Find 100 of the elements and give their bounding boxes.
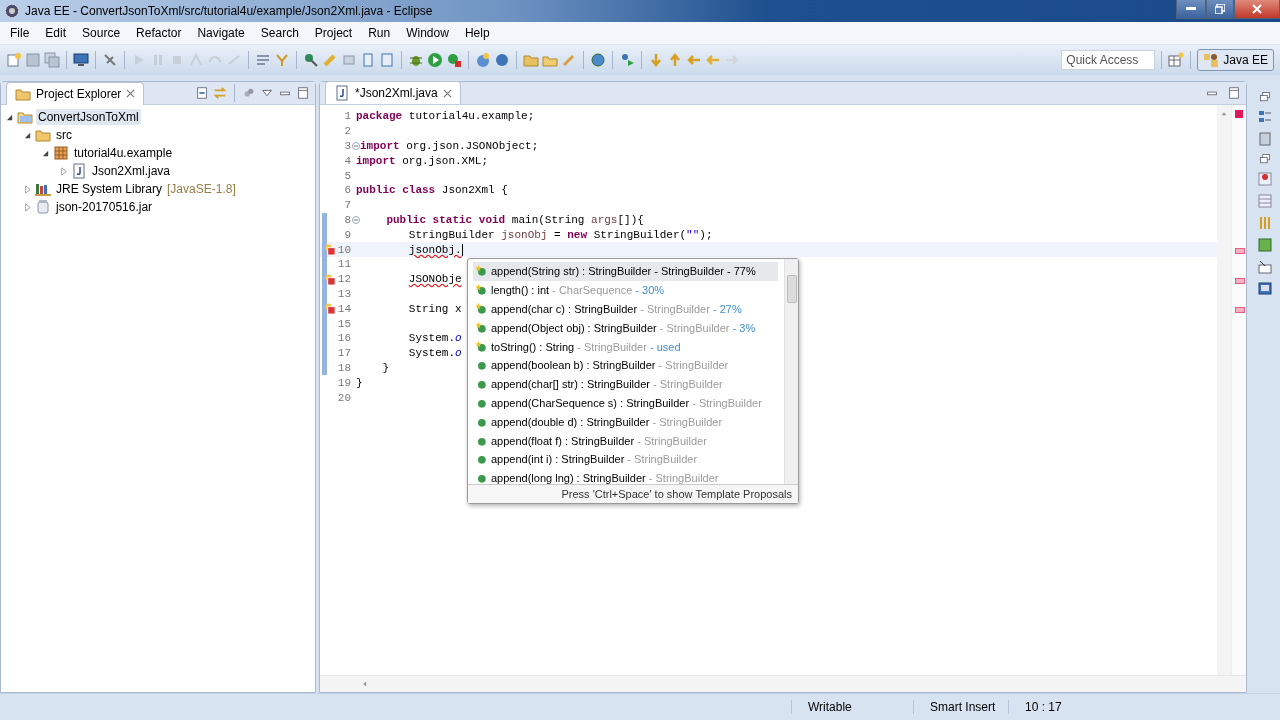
link-arrows-icon[interactable] xyxy=(213,86,227,100)
menu-item[interactable]: Window xyxy=(398,26,457,40)
expanded-arrow-icon[interactable] xyxy=(41,148,50,158)
pencil-icon[interactable] xyxy=(561,52,577,68)
tree-item[interactable]: tutorial4u.example xyxy=(72,145,175,161)
close-icon[interactable] xyxy=(126,89,136,98)
menu-item[interactable]: Help xyxy=(456,26,498,40)
restore-icon[interactable] xyxy=(1259,91,1271,103)
project-explorer-tab[interactable]: Project Explorer xyxy=(6,81,145,105)
completion-item[interactable]: append(boolean b) : StringBuilder - StringBuilder xyxy=(473,356,778,375)
completion-item[interactable]: append(char[] str) : StringBuilder - StringBuilder xyxy=(473,374,778,394)
close-button[interactable] xyxy=(1234,0,1280,19)
markers-icon[interactable] xyxy=(1257,171,1273,187)
maximize-icon[interactable] xyxy=(1227,86,1241,100)
map-icon[interactable] xyxy=(1257,237,1273,253)
line-number: 13 xyxy=(337,287,351,300)
restore-icon[interactable] xyxy=(1259,153,1271,165)
outline-icon[interactable] xyxy=(1257,109,1273,125)
sliders-icon[interactable] xyxy=(1257,215,1273,231)
editor-tab[interactable]: *Json2Xml.java xyxy=(325,81,461,104)
quick-access-field[interactable]: Quick Access xyxy=(1061,50,1156,70)
maximize-icon[interactable] xyxy=(296,86,310,100)
menu-item[interactable]: Refactor xyxy=(128,26,190,40)
tree-item[interactable]: Json2Xml.java xyxy=(90,163,173,179)
tree-item-decoration: [JavaSE-1.8] xyxy=(167,182,236,196)
merge-icon[interactable] xyxy=(274,52,290,68)
fold-icon[interactable] xyxy=(352,215,360,224)
expanded-arrow-icon[interactable] xyxy=(5,112,14,122)
menu-item[interactable]: Search xyxy=(252,26,307,40)
completion-text: append(int i) : StringBuilder - StringBuilder xyxy=(491,453,698,466)
line-number: 7 xyxy=(344,199,351,212)
menu-item[interactable]: Edit xyxy=(37,26,75,40)
table-icon[interactable] xyxy=(1257,193,1273,209)
code-line: System.o xyxy=(407,332,462,345)
minimize-button[interactable] xyxy=(1176,0,1206,19)
tree-item[interactable]: JRE System Library xyxy=(54,181,165,197)
completion-item[interactable]: append(Object obj) : StringBuilder - StringBuilder - 3% xyxy=(473,318,778,338)
page-icon[interactable] xyxy=(360,52,376,68)
error-overview-marker[interactable] xyxy=(1235,277,1245,284)
tree-item[interactable]: src xyxy=(54,127,74,143)
globe-add-icon[interactable] xyxy=(475,52,491,68)
lines-icon[interactable] xyxy=(255,52,271,68)
collapse-all-icon[interactable] xyxy=(195,86,209,100)
completion-item[interactable]: append(double d) : StringBuilder - StringBuilder xyxy=(473,412,778,432)
menu-item[interactable]: Source xyxy=(74,26,129,40)
completion-item[interactable]: append(char c) : StringBuilder - StringBuilder - 27% xyxy=(473,299,778,319)
method-icon xyxy=(475,378,487,391)
open-perspective-icon[interactable] xyxy=(1168,52,1185,68)
box-icon[interactable] xyxy=(341,52,357,68)
completion-text: append(Object obj) : StringBuilder - StringBuilder - 3% xyxy=(491,321,756,334)
collapsed-arrow-icon[interactable] xyxy=(59,166,68,176)
page-icon[interactable] xyxy=(379,52,395,68)
completion-item[interactable]: append(long lng) : StringBuilder - StringBuilder xyxy=(473,468,778,484)
error-overview-marker[interactable] xyxy=(1235,307,1245,314)
collapsed-arrow-icon[interactable] xyxy=(23,202,32,212)
source-folder-icon xyxy=(35,127,51,143)
text-caret xyxy=(461,243,463,256)
save-all-icon[interactable] xyxy=(44,52,60,68)
console-icon[interactable] xyxy=(1257,281,1273,297)
folder-icon[interactable] xyxy=(523,52,539,68)
perspective-button[interactable]: Java EE xyxy=(1197,49,1274,71)
close-icon[interactable] xyxy=(442,88,452,98)
completion-item[interactable]: append(float f) : StringBuilder - StringBuilder xyxy=(473,431,778,450)
expanded-arrow-icon[interactable] xyxy=(23,130,32,140)
line-number: 4 xyxy=(344,154,351,167)
completion-item[interactable]: length() : int - CharSequence - 30% xyxy=(473,280,778,300)
step-return-icon[interactable] xyxy=(226,52,242,68)
line-number: 6 xyxy=(344,184,351,197)
line-number: 2 xyxy=(344,125,351,138)
search-icon[interactable] xyxy=(1257,259,1273,275)
menu-item[interactable]: Navigate xyxy=(189,26,253,40)
completion-item[interactable]: append(String str) : StringBuilder - StringBuilder - 77% xyxy=(473,262,778,281)
run-person-icon[interactable] xyxy=(619,52,635,68)
completion-text: append(long lng) : StringBuilder - StringBuilder xyxy=(491,472,719,484)
scroll-thumb[interactable] xyxy=(787,275,797,303)
new-file-icon[interactable] xyxy=(6,52,22,68)
completion-item[interactable]: toString() : String - StringBuilder - used xyxy=(473,337,778,356)
tree-item[interactable]: json-20170516.jar xyxy=(54,199,155,215)
up-arrow-icon[interactable] xyxy=(667,52,683,68)
task-list-icon[interactable] xyxy=(1257,131,1273,147)
save-icon[interactable] xyxy=(25,52,41,68)
menu-item[interactable]: Run xyxy=(360,26,399,40)
vertical-scrollbar[interactable] xyxy=(1217,105,1231,675)
play-icon[interactable] xyxy=(427,52,443,68)
collapsed-arrow-icon[interactable] xyxy=(23,184,32,194)
monitor-icon[interactable] xyxy=(73,52,89,68)
menu-item[interactable]: File xyxy=(2,26,38,40)
down-arrow-icon[interactable] xyxy=(648,52,664,68)
error-overview-marker[interactable] xyxy=(1235,248,1245,255)
disconnect-icon[interactable] xyxy=(102,52,118,68)
tree-item[interactable]: ConvertJsonToXml xyxy=(36,109,141,125)
popup-scrollbar[interactable] xyxy=(784,259,798,484)
restore-button[interactable] xyxy=(1206,0,1234,19)
line-number: 1 xyxy=(344,110,351,123)
completion-item[interactable]: append(int i) : StringBuilder - StringBuilder xyxy=(473,449,778,469)
fold-icon[interactable] xyxy=(352,142,360,150)
horizontal-scrollbar[interactable] xyxy=(320,675,1246,692)
completion-item[interactable]: append(CharSequence s) : StringBuilder - StringBuilder xyxy=(473,393,778,413)
run-tool-icon[interactable] xyxy=(446,52,462,68)
menu-item[interactable]: Project xyxy=(306,26,361,40)
